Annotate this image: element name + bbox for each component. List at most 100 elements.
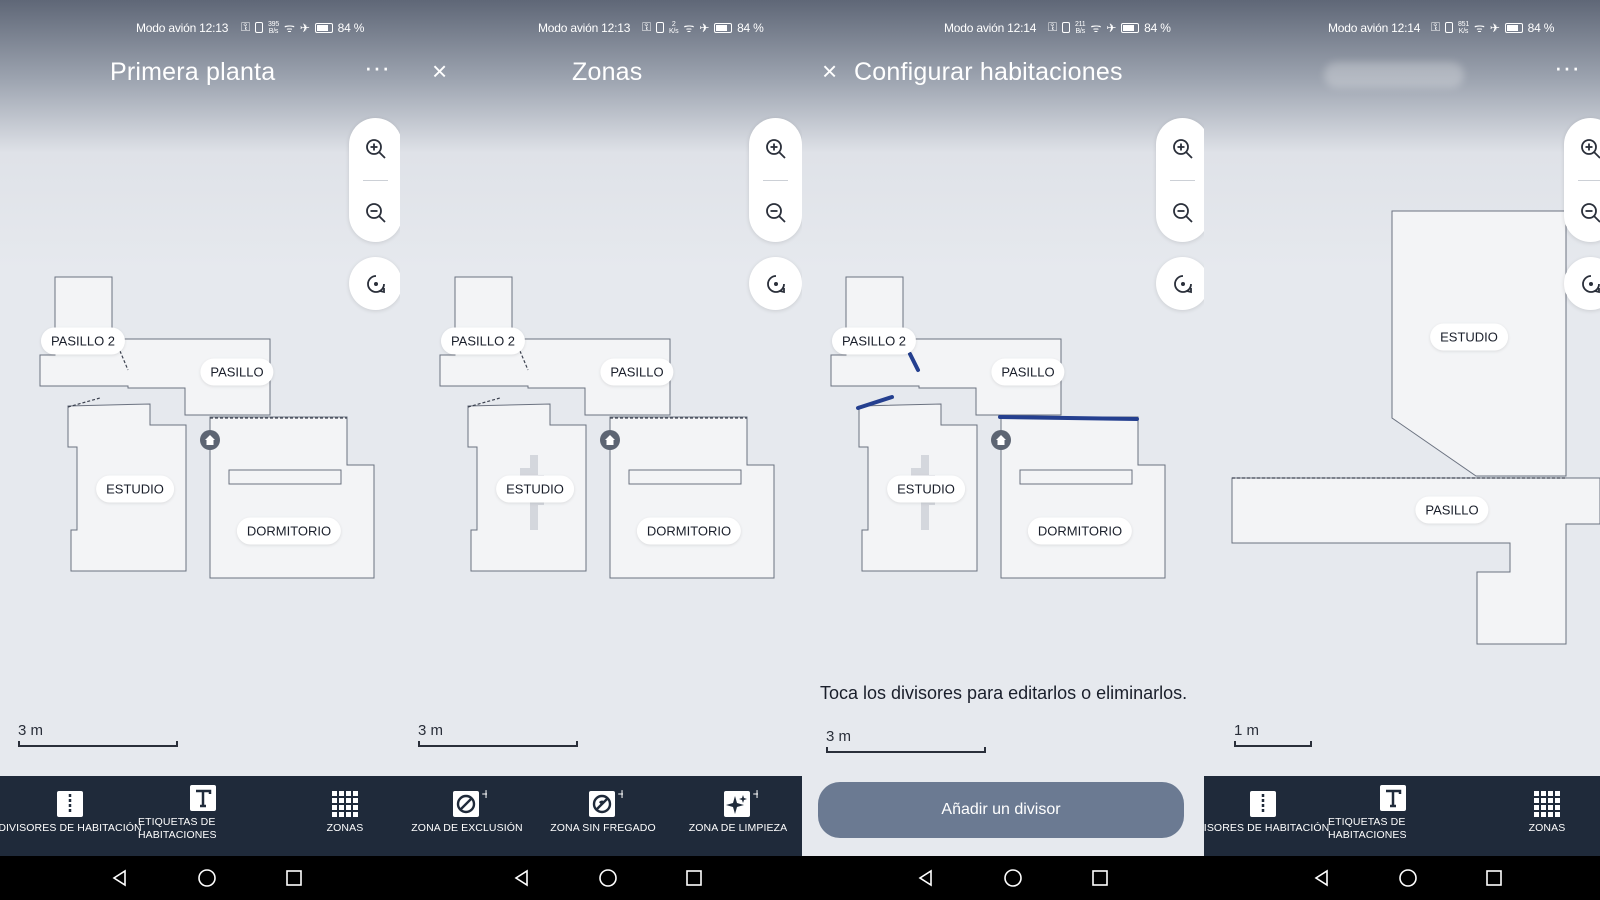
room-label-estudio[interactable]: ESTUDIO xyxy=(1430,323,1508,351)
zoom-in-button[interactable] xyxy=(349,122,400,175)
panel-configurar-habitaciones: Modo avión 12:14 ⚿ 211 B/s ᯤ ✈ 84 % × Con… xyxy=(802,0,1204,900)
recenter-icon xyxy=(1581,274,1600,293)
home-circle-icon[interactable] xyxy=(197,868,217,888)
zoom-out-button[interactable] xyxy=(349,186,400,239)
svg-text:+: + xyxy=(752,790,758,801)
recents-square-icon[interactable] xyxy=(684,868,704,888)
dock-home-icon xyxy=(991,430,1011,450)
room-label-pasillo-2[interactable]: PASILLO 2 xyxy=(440,327,526,355)
zoom-in-icon xyxy=(1172,138,1193,159)
home-circle-icon[interactable] xyxy=(598,868,618,888)
recents-square-icon[interactable] xyxy=(1484,868,1504,888)
room-dividers-tool[interactable]: VISORES DE HABITACIÓN xyxy=(1204,790,1329,835)
text-label-icon xyxy=(1380,785,1406,811)
room-label-pasillo[interactable]: PASILLO xyxy=(991,358,1065,386)
recents-square-icon[interactable] xyxy=(1090,868,1110,888)
room-dividers-tool[interactable]: DIVISORES DE HABITACIÓN xyxy=(0,790,142,835)
zoom-in-button[interactable] xyxy=(1156,122,1204,175)
scale-bar xyxy=(1234,741,1312,747)
text-label-icon xyxy=(190,785,216,811)
zoom-in-button[interactable] xyxy=(749,122,802,175)
grid-icon xyxy=(332,791,358,817)
floor-map[interactable] xyxy=(802,0,1204,620)
zones-tool[interactable]: ZONAS xyxy=(1502,790,1592,835)
bottom-toolbar: + ZONA DE EXCLUSIÓN + ZONA SIN FREGADO +… xyxy=(400,776,802,856)
room-divider-icon xyxy=(1250,791,1276,817)
system-nav-bar xyxy=(1204,856,1600,900)
floor-map[interactable] xyxy=(400,0,802,620)
system-nav-bar xyxy=(0,856,400,900)
zoom-in-icon xyxy=(765,138,786,159)
zoom-in-icon xyxy=(365,138,386,159)
zoom-out-button[interactable] xyxy=(1564,186,1600,239)
recenter-button[interactable] xyxy=(749,257,802,310)
recenter-button[interactable] xyxy=(349,257,400,310)
scale-bar xyxy=(418,741,578,747)
cleaning-zone-tool[interactable]: + ZONA DE LIMPIEZA xyxy=(674,790,802,835)
zoom-control xyxy=(1156,118,1204,242)
zoom-in-button[interactable] xyxy=(1564,122,1600,175)
zoom-out-button[interactable] xyxy=(749,186,802,239)
no-mop-zone-tool[interactable]: + ZONA SIN FREGADO xyxy=(538,790,668,835)
scale-label: 1 m xyxy=(1234,722,1260,739)
room-label-estudio[interactable]: ESTUDIO xyxy=(96,475,174,503)
floor-map[interactable] xyxy=(1204,0,1600,680)
divider-line xyxy=(998,415,1139,421)
scale-label: 3 m xyxy=(826,728,852,745)
home-circle-icon[interactable] xyxy=(1003,868,1023,888)
room-labels-tool[interactable]: ETIQUETAS DE HABITACIONES xyxy=(1328,784,1458,842)
zones-tool[interactable]: ZONAS xyxy=(300,790,390,835)
panel-primera-planta: Modo avión 12:13 ⚿ 395 B/s ᯤ ✈ 84 % Prime… xyxy=(0,0,400,900)
back-icon[interactable] xyxy=(110,868,130,888)
scale-bar xyxy=(18,741,178,747)
scale-bar xyxy=(826,747,986,753)
room-labels-tool[interactable]: ETIQUETAS DE HABITACIONES xyxy=(138,784,268,842)
room-divider-icon xyxy=(57,791,83,817)
room-label-estudio[interactable]: ESTUDIO xyxy=(496,475,574,503)
grid-icon xyxy=(1534,791,1560,817)
recenter-icon xyxy=(1173,274,1192,293)
room-label-pasillo-2[interactable]: PASILLO 2 xyxy=(40,327,126,355)
system-nav-bar xyxy=(802,856,1204,900)
back-icon[interactable] xyxy=(1312,868,1332,888)
recenter-icon xyxy=(766,274,785,293)
dock-home-icon xyxy=(600,430,620,450)
add-divider-button[interactable]: Añadir un divisor xyxy=(818,782,1184,838)
bottom-toolbar: DIVISORES DE HABITACIÓN ETIQUETAS DE HABI… xyxy=(0,776,400,856)
room-label-dormitorio[interactable]: DORMITORIO xyxy=(236,517,342,545)
back-icon[interactable] xyxy=(916,868,936,888)
room-label-pasillo[interactable]: PASILLO xyxy=(1415,496,1489,524)
recents-square-icon[interactable] xyxy=(284,868,304,888)
room-label-estudio[interactable]: ESTUDIO xyxy=(887,475,965,503)
panel-zoomed-map: Modo avión 12:14 ⚿ 851 K/s ᯤ ✈ 84 % ··· E… xyxy=(1204,0,1600,900)
zoom-control xyxy=(349,118,400,242)
instruction-text: Toca los divisores para editarlos o elim… xyxy=(820,683,1188,703)
room-label-pasillo-2[interactable]: PASILLO 2 xyxy=(831,327,917,355)
furniture-shape xyxy=(228,469,342,485)
svg-text:+: + xyxy=(481,790,487,801)
dock-home-icon xyxy=(200,430,220,450)
zoom-control xyxy=(749,118,802,242)
zoom-out-icon xyxy=(1172,202,1193,223)
recenter-icon xyxy=(366,274,385,293)
room-label-pasillo[interactable]: PASILLO xyxy=(600,358,674,386)
zoom-in-icon xyxy=(1580,138,1600,159)
exclusion-zone-tool[interactable]: + ZONA DE EXCLUSIÓN xyxy=(402,790,532,835)
zoom-out-icon xyxy=(1580,202,1600,223)
sparkle-icon: + xyxy=(724,790,758,817)
panel-zonas: Modo avión 12:13 ⚿ 2 K/s ᯤ ✈ 84 % × Zonas xyxy=(400,0,802,900)
zoom-control xyxy=(1564,118,1600,242)
system-nav-bar xyxy=(400,856,802,900)
zoom-out-icon xyxy=(365,202,386,223)
home-circle-icon[interactable] xyxy=(1398,868,1418,888)
room-label-pasillo[interactable]: PASILLO xyxy=(200,358,274,386)
zoom-out-button[interactable] xyxy=(1156,186,1204,239)
zoom-out-icon xyxy=(765,202,786,223)
recenter-button[interactable] xyxy=(1156,257,1204,310)
room-dormitorio-shape xyxy=(209,416,375,579)
back-icon[interactable] xyxy=(512,868,532,888)
room-label-dormitorio[interactable]: DORMITORIO xyxy=(1027,517,1133,545)
room-label-dormitorio[interactable]: DORMITORIO xyxy=(636,517,742,545)
no-entry-icon: + xyxy=(453,790,487,817)
bottom-toolbar: VISORES DE HABITACIÓN ETIQUETAS DE HABITA… xyxy=(1204,776,1600,856)
